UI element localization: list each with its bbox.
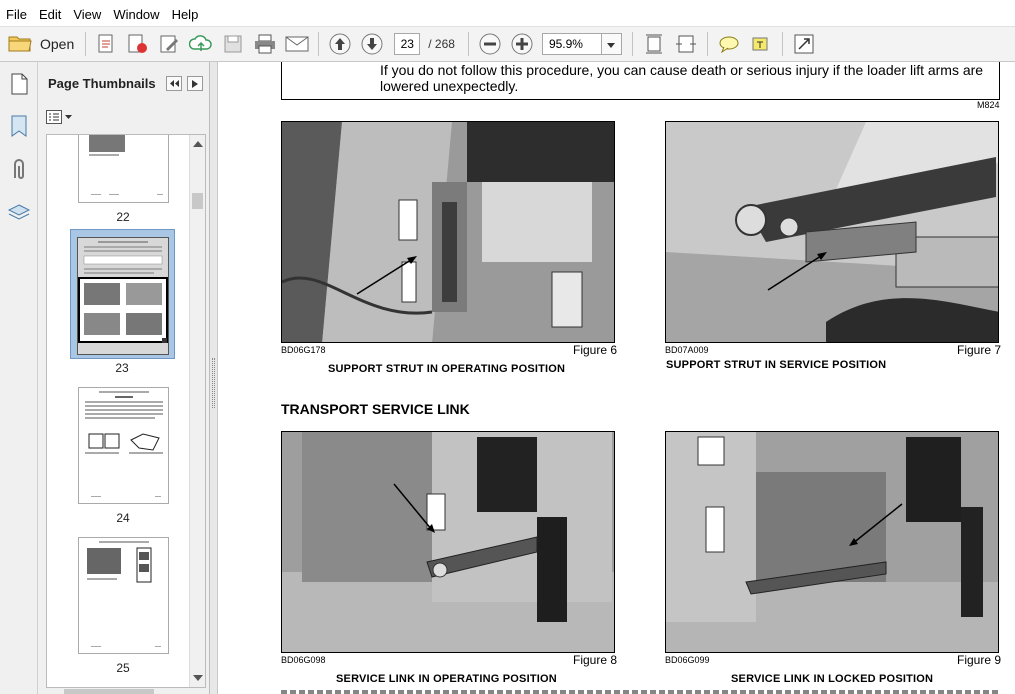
collapse-panel-button[interactable] bbox=[166, 76, 182, 91]
warning-code: M824 bbox=[977, 100, 1000, 110]
toolbar-separator bbox=[467, 32, 469, 56]
expand-panel-button[interactable] bbox=[187, 76, 203, 91]
thumbnail-scrollbar[interactable] bbox=[189, 135, 205, 687]
figure-6-caption: SUPPORT STRUT IN OPERATING POSITION bbox=[328, 363, 566, 375]
thumbnail-preview bbox=[85, 391, 163, 497]
page-thumbnail-22[interactable] bbox=[78, 135, 169, 203]
double-chevron-left-icon bbox=[170, 80, 179, 87]
previous-page-icon[interactable] bbox=[324, 30, 356, 58]
thumbnail-label: 22 bbox=[116, 210, 130, 224]
page-thumbnails-panel: Page Thumbnails 22 23 24 25 bbox=[38, 62, 210, 694]
page-thumbnail-25[interactable] bbox=[78, 537, 169, 654]
warning-text: If you do not follow this procedure, you… bbox=[380, 62, 984, 94]
zoom-dropdown[interactable] bbox=[601, 33, 622, 55]
create-pdf-icon[interactable] bbox=[91, 30, 121, 58]
export-pdf-icon[interactable] bbox=[121, 30, 153, 58]
left-navigation-rail bbox=[0, 62, 38, 694]
scroll-down-icon[interactable] bbox=[193, 675, 203, 681]
thumbnail-list[interactable]: 22 23 24 25 bbox=[46, 134, 206, 688]
save-icon[interactable] bbox=[217, 30, 249, 58]
next-page-icon[interactable] bbox=[356, 30, 388, 58]
open-button[interactable]: Open bbox=[0, 33, 80, 56]
menu-help[interactable]: Help bbox=[166, 7, 205, 22]
figure-7-label: Figure 7 bbox=[957, 343, 1002, 357]
figure-6-code: BD06G178 bbox=[281, 345, 326, 355]
toolbar-separator bbox=[318, 32, 320, 56]
bookmarks-icon[interactable] bbox=[9, 114, 29, 143]
toolbar-separator bbox=[631, 32, 633, 56]
zoom-in-icon[interactable] bbox=[506, 30, 538, 58]
figure-7-caption: SUPPORT STRUT IN SERVICE POSITION bbox=[666, 359, 887, 371]
panel-splitter[interactable] bbox=[210, 62, 218, 694]
menu-bar: File Edit View Window Help bbox=[0, 0, 1015, 27]
thumbnail-label: 25 bbox=[116, 661, 130, 675]
cloud-upload-icon[interactable] bbox=[185, 30, 217, 58]
figure-6-label: Figure 6 bbox=[573, 343, 618, 357]
scrollbar-thumb[interactable] bbox=[192, 193, 203, 209]
zoom-out-icon[interactable] bbox=[474, 30, 506, 58]
panel-title: Page Thumbnails bbox=[48, 75, 156, 91]
document-page: If you do not follow this procedure, you… bbox=[218, 62, 1015, 694]
chevron-down-icon bbox=[65, 115, 72, 119]
page-thumbnail-23[interactable] bbox=[77, 237, 169, 355]
figure-6-photo bbox=[281, 121, 615, 343]
comment-icon[interactable] bbox=[713, 30, 745, 58]
toolbar-separator bbox=[781, 32, 783, 56]
menu-edit[interactable]: Edit bbox=[33, 7, 67, 22]
next-paragraph-partial bbox=[281, 690, 1000, 694]
figure-7-photo bbox=[665, 121, 999, 343]
figure-8-photo bbox=[281, 431, 615, 653]
chevron-down-icon bbox=[607, 35, 616, 53]
figure-8-code: BD06G098 bbox=[281, 655, 326, 665]
page-thumbnail-24[interactable] bbox=[78, 387, 169, 504]
options-list-icon bbox=[46, 110, 62, 124]
figure-9-caption: SERVICE LINK IN LOCKED POSITION bbox=[731, 673, 934, 685]
section-heading: TRANSPORT SERVICE LINK bbox=[281, 401, 470, 417]
scroll-up-icon[interactable] bbox=[193, 141, 203, 147]
menu-file[interactable]: File bbox=[0, 7, 33, 22]
thumbnail-preview bbox=[78, 238, 168, 354]
fit-page-icon[interactable] bbox=[638, 30, 670, 58]
figure-9-photo bbox=[665, 431, 999, 653]
zoom-level-input[interactable]: 95.9% bbox=[541, 33, 602, 55]
thumbnail-preview bbox=[87, 541, 161, 647]
figure-9-label: Figure 9 bbox=[957, 653, 1002, 667]
layers-icon[interactable] bbox=[7, 202, 31, 229]
attachments-icon[interactable] bbox=[9, 158, 29, 187]
horizontal-scrollbar-thumb[interactable] bbox=[64, 689, 154, 694]
thumbnail-label: 24 bbox=[116, 511, 130, 525]
main-toolbar: Open 23 / 268 95.9% bbox=[0, 27, 1015, 62]
toolbar-separator bbox=[85, 32, 87, 56]
menu-view[interactable]: View bbox=[67, 7, 107, 22]
figure-8-label: Figure 8 bbox=[573, 653, 618, 667]
page-total: / 268 bbox=[428, 37, 455, 51]
menu-window[interactable]: Window bbox=[107, 7, 165, 22]
figure-9-code: BD06G099 bbox=[665, 655, 710, 665]
expand-icon[interactable] bbox=[788, 30, 820, 58]
chevron-right-icon bbox=[192, 79, 198, 88]
fit-width-icon[interactable] bbox=[670, 30, 702, 58]
page-thumbnails-panel-icon[interactable] bbox=[8, 72, 30, 101]
folder-icon bbox=[8, 33, 32, 56]
highlight-text-icon[interactable] bbox=[745, 30, 777, 58]
thumbnail-label: 23 bbox=[115, 361, 129, 375]
toolbar-separator bbox=[706, 32, 708, 56]
figure-8-caption: SERVICE LINK IN OPERATING POSITION bbox=[336, 673, 557, 685]
figure-7-code: BD07A009 bbox=[665, 345, 709, 355]
thumbnail-options-button[interactable] bbox=[46, 110, 72, 124]
print-icon[interactable] bbox=[249, 30, 281, 58]
page-number-input[interactable]: 23 bbox=[394, 33, 421, 55]
edit-form-icon[interactable] bbox=[153, 30, 185, 58]
thumbnail-preview bbox=[89, 135, 163, 195]
email-icon[interactable] bbox=[281, 30, 313, 58]
